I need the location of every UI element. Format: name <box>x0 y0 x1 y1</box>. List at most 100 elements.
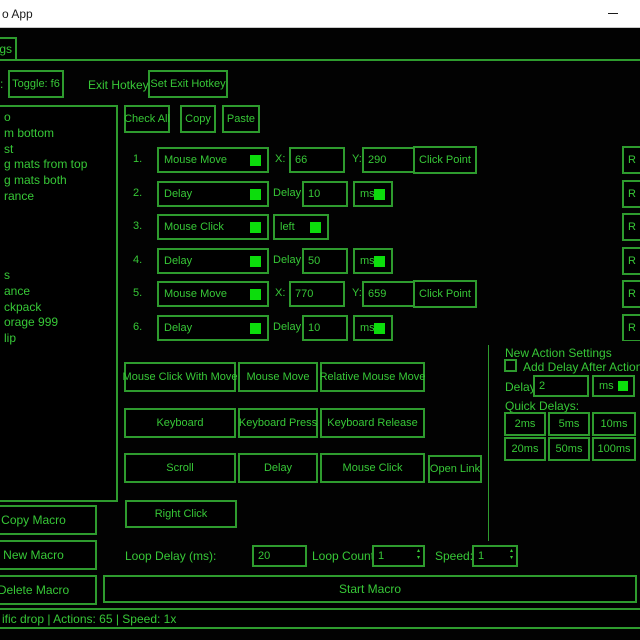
add-mouse-move-button[interactable]: Mouse Move <box>238 362 318 392</box>
copy-button[interactable]: Copy <box>180 105 216 133</box>
macro-list-item[interactable] <box>0 236 116 252</box>
window-titlebar: o App <box>0 0 640 28</box>
check-all-button[interactable]: Check All <box>124 105 170 133</box>
macro-list-item[interactable]: rance <box>0 189 116 205</box>
dropdown-indicator-icon <box>374 256 385 267</box>
spinner-down-icon[interactable]: ▾ <box>510 555 513 562</box>
add-keyboard-release-button[interactable]: Keyboard Release <box>320 408 425 438</box>
spinner-up-icon[interactable]: ▴ <box>510 548 513 555</box>
unit-dropdown[interactable]: ms <box>353 315 393 341</box>
paste-button[interactable]: Paste <box>222 105 260 133</box>
action-type-dropdown[interactable]: Mouse Click <box>157 214 269 240</box>
delay-label: Delay <box>273 187 301 199</box>
macro-list-item[interactable]: orage 999 <box>0 315 116 331</box>
delete-macro-button[interactable]: Delete Macro <box>0 575 97 605</box>
remove-button[interactable]: R <box>622 247 640 275</box>
macro-list-item[interactable]: ance <box>0 284 116 300</box>
status-bar: ific drop | Actions: 65 | Speed: 1x <box>0 608 640 629</box>
quick-delay-5ms-button[interactable]: 5ms <box>548 412 590 436</box>
minimize-button[interactable] <box>590 0 636 27</box>
add-keyboard-button[interactable]: Keyboard <box>124 408 236 438</box>
speed-label: Speed: <box>435 549 473 563</box>
panel-divider <box>488 345 489 541</box>
mouse-button-dropdown[interactable]: left <box>273 214 329 240</box>
x-input[interactable] <box>289 147 345 173</box>
new-action-delay-input[interactable] <box>533 375 589 397</box>
loop-delay-label: Loop Delay (ms): <box>125 549 216 563</box>
macro-list-item[interactable]: g mats from top <box>0 157 116 173</box>
dropdown-indicator-icon <box>250 323 261 334</box>
quick-delay-50ms-button[interactable]: 50ms <box>548 437 590 461</box>
quick-delays-label: Quick Delays: <box>505 399 579 413</box>
loop-delay-input[interactable] <box>252 545 307 567</box>
spinner-down-icon[interactable]: ▾ <box>417 555 420 562</box>
quick-delay-10ms-button[interactable]: 10ms <box>592 412 636 436</box>
macro-list-item[interactable] <box>0 252 116 268</box>
macro-list-item[interactable]: g mats both <box>0 173 116 189</box>
dropdown-indicator-icon <box>250 189 261 200</box>
unit-dropdown[interactable]: ms <box>353 248 393 274</box>
add-open-link-button[interactable]: Open Link <box>428 455 482 483</box>
macro-list-item[interactable]: m bottom <box>0 126 116 142</box>
y-label: Y: <box>352 153 362 165</box>
macro-list-item[interactable]: ckpack <box>0 300 116 316</box>
delay-input[interactable] <box>302 248 348 274</box>
remove-button[interactable]: R <box>622 180 640 208</box>
y-input[interactable] <box>362 147 418 173</box>
spinner-up-icon[interactable]: ▴ <box>417 548 420 555</box>
action-type-dropdown[interactable]: Delay <box>157 181 269 207</box>
action-index: 3. <box>133 220 142 232</box>
add-mouse-click-with-move-button[interactable]: Mouse Click With Move <box>124 362 236 392</box>
action-index: 6. <box>133 321 142 333</box>
add-delay-after-action-checkbox[interactable] <box>504 359 517 372</box>
click-point-button[interactable]: Click Point <box>413 280 477 308</box>
action-row: 5. Mouse Move X: Y: Click Point R <box>120 279 640 309</box>
quick-delay-100ms-button[interactable]: 100ms <box>592 437 636 461</box>
start-macro-button[interactable]: Start Macro <box>103 575 637 603</box>
action-type-dropdown[interactable]: Delay <box>157 315 269 341</box>
copy-macro-button[interactable]: Copy Macro <box>0 505 97 535</box>
macro-list-item[interactable] <box>0 221 116 237</box>
macro-list-item[interactable] <box>0 205 116 221</box>
action-type-dropdown[interactable]: Mouse Move <box>157 281 269 307</box>
remove-button[interactable]: R <box>622 314 640 341</box>
remove-button[interactable]: R <box>622 213 640 241</box>
y-input[interactable] <box>362 281 418 307</box>
unit-dropdown[interactable]: ms <box>353 181 393 207</box>
x-input[interactable] <box>289 281 345 307</box>
add-relative-mouse-move-button[interactable]: Relative Mouse Move <box>320 362 425 392</box>
new-action-unit-dropdown[interactable]: ms <box>592 375 635 397</box>
macro-list-item[interactable]: s <box>0 268 116 284</box>
macro-list-item[interactable]: st <box>0 142 116 158</box>
click-point-button[interactable]: Click Point <box>413 146 477 174</box>
add-delay-button[interactable]: Delay <box>238 453 318 483</box>
macro-list[interactable]: o m bottom st g mats from top g mats bot… <box>0 105 118 502</box>
add-mouse-click-button[interactable]: Mouse Click <box>320 453 425 483</box>
remove-button[interactable]: R <box>622 146 640 174</box>
dropdown-indicator-icon <box>310 222 321 233</box>
action-type-dropdown[interactable]: Delay <box>157 248 269 274</box>
dropdown-indicator-icon <box>250 256 261 267</box>
quick-delay-2ms-button[interactable]: 2ms <box>504 412 546 436</box>
macro-list-item[interactable]: lip <box>0 331 116 347</box>
window-title: o App <box>2 7 33 21</box>
speed-spinner[interactable]: 1 ▴▾ <box>472 545 518 567</box>
action-index: 4. <box>133 254 142 266</box>
tab-settings[interactable]: gs <box>0 37 17 59</box>
add-delay-after-action-label: Add Delay After Action <box>523 360 640 374</box>
new-macro-button[interactable]: New Macro <box>0 540 97 570</box>
remove-button[interactable]: R <box>622 280 640 308</box>
set-exit-hotkey-button[interactable]: Set Exit Hotkey <box>148 70 228 98</box>
add-right-click-button[interactable]: Right Click <box>125 500 237 528</box>
delay-input[interactable] <box>302 181 348 207</box>
loop-count-spinner[interactable]: 1 ▴▾ <box>372 545 425 567</box>
add-scroll-button[interactable]: Scroll <box>124 453 236 483</box>
add-keyboard-press-button[interactable]: Keyboard Press <box>238 408 318 438</box>
delay-input[interactable] <box>302 315 348 341</box>
quick-delay-20ms-button[interactable]: 20ms <box>504 437 546 461</box>
toggle-hotkey-button[interactable]: Toggle: f6 <box>8 70 64 98</box>
action-row: 1. Mouse Move X: Y: Click Point R <box>120 145 640 175</box>
action-row: 6. Delay Delay ms R <box>120 313 640 341</box>
macro-list-item[interactable]: o <box>0 110 116 126</box>
action-type-dropdown[interactable]: Mouse Move <box>157 147 269 173</box>
